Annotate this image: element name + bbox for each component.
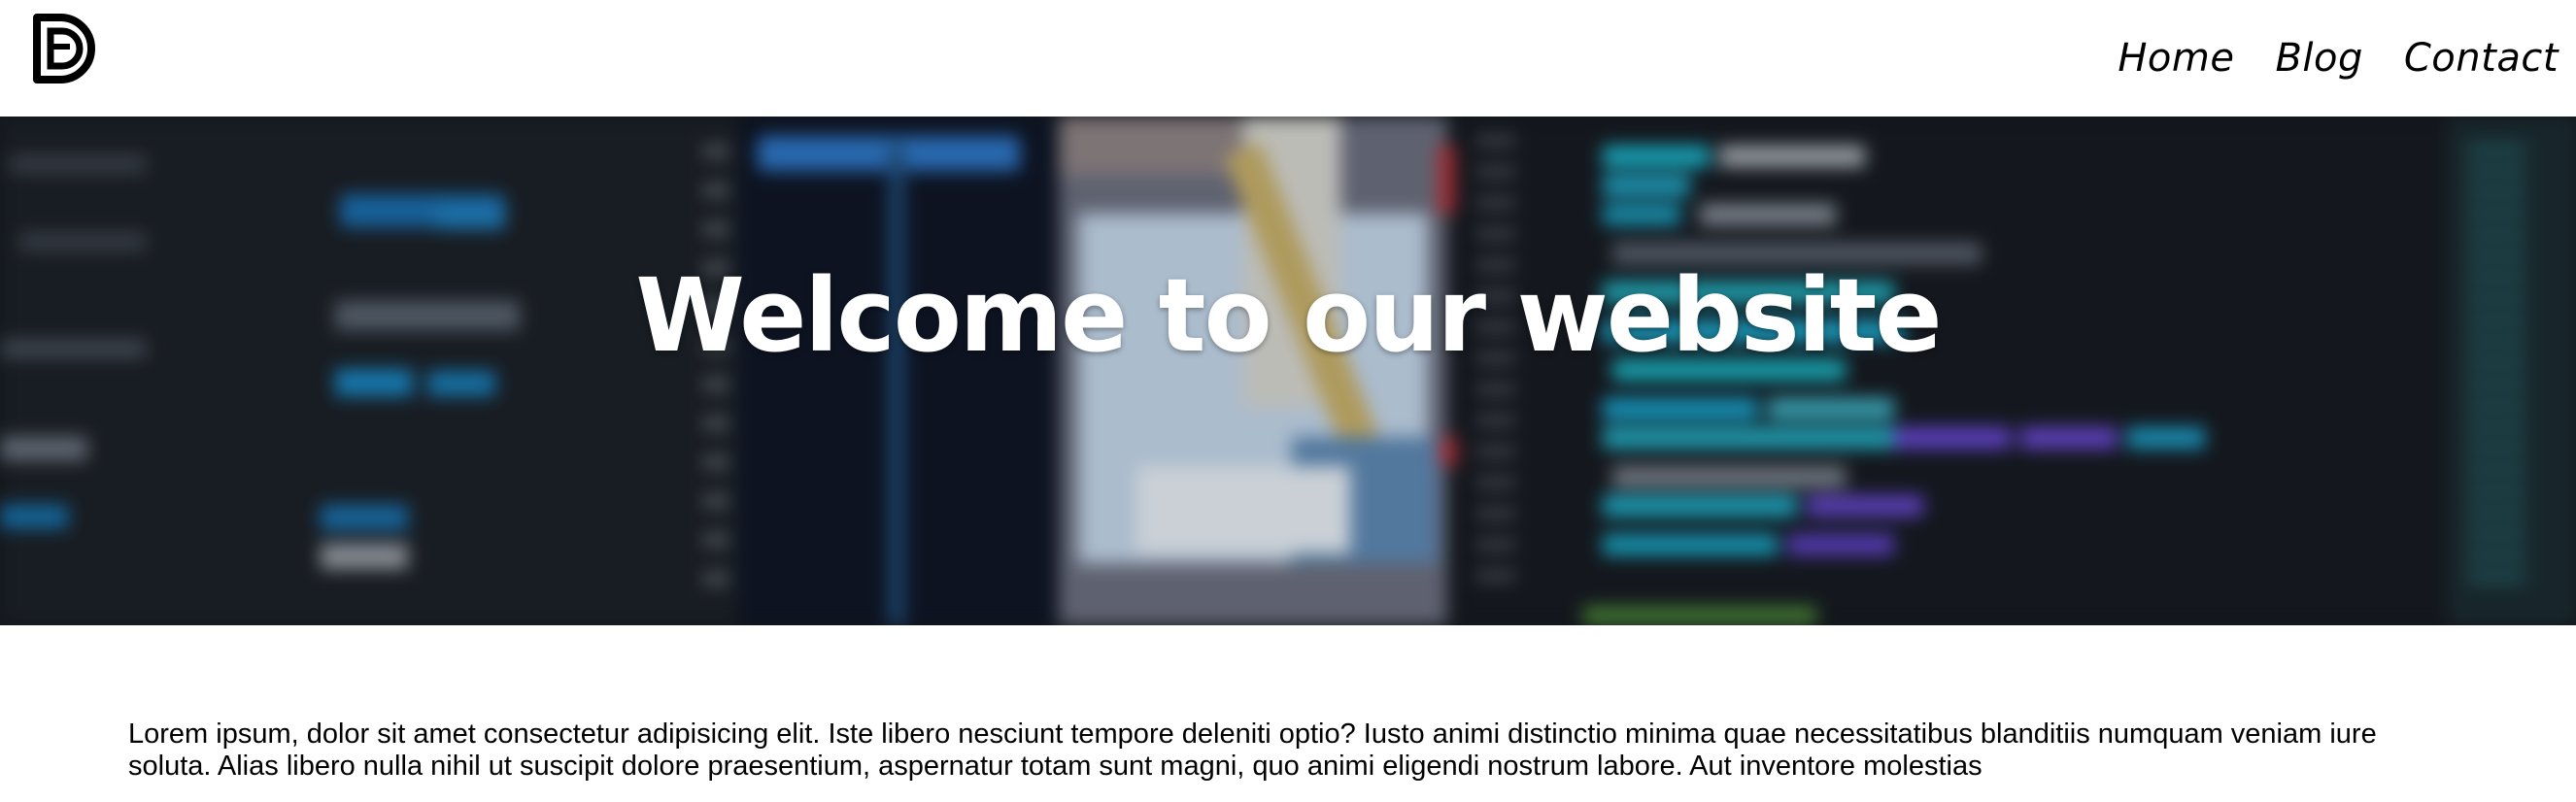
main-content: Lorem ipsum, dolor sit amet consectetur …: [128, 718, 2450, 783]
hero-title: Welcome to our website: [635, 256, 1942, 375]
nav-blog-link[interactable]: Blog: [2275, 36, 2362, 81]
intro-paragraph: Lorem ipsum, dolor sit amet consectetur …: [128, 718, 2377, 782]
hero-banner: Welcome to our website: [0, 117, 2576, 625]
nav-contact-link[interactable]: Contact: [2404, 36, 2559, 81]
site-header: Home Blog Contact: [0, 0, 2576, 117]
main-nav: Home Blog Contact: [2118, 0, 2559, 117]
nav-home-link[interactable]: Home: [2118, 36, 2234, 81]
logo-icon[interactable]: [31, 14, 105, 84]
